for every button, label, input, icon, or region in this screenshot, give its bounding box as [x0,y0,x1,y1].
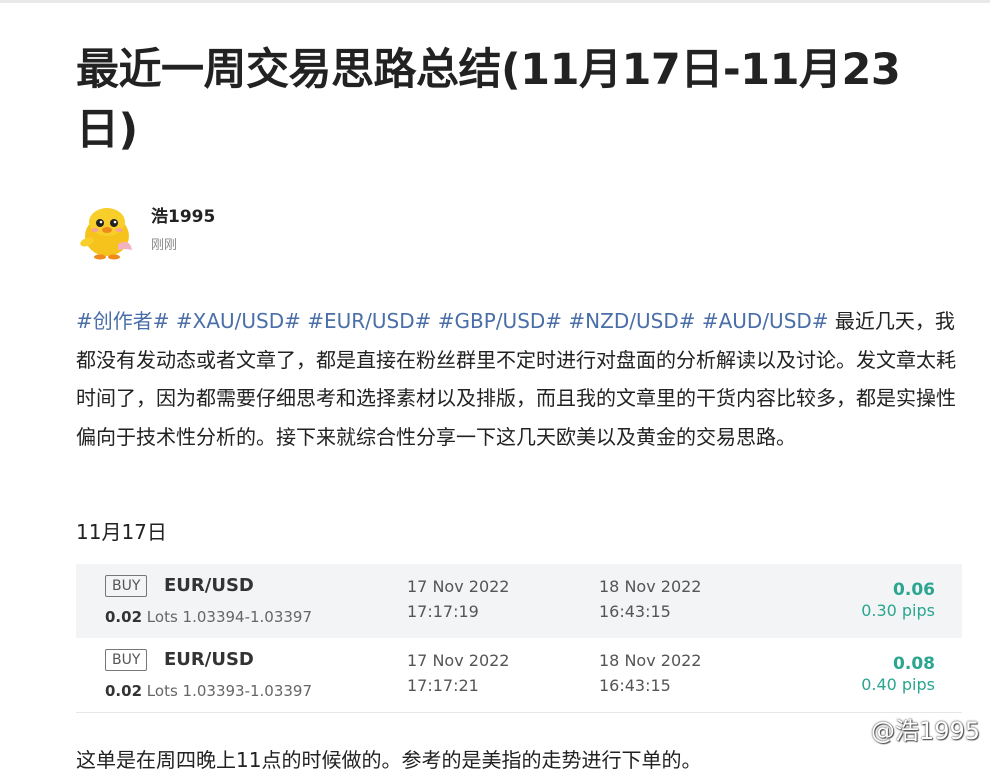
currency-pair: EUR/USD [164,575,254,596]
top-divider [0,0,990,3]
post-time: 刚刚 [151,238,178,253]
hashtag-aud-usd[interactable]: #AUD/USD# [702,309,829,333]
close-time: 16:43:15 [599,602,671,621]
hashtag-eur-usd[interactable]: #EUR/USD# [307,309,431,333]
lots-label: Lots [146,608,178,626]
profit-value: 0.06 [893,580,935,600]
lots-value: 0.02 [105,682,143,700]
hashtag-gbp-usd[interactable]: #GBP/USD# [438,309,562,333]
hashtag-nzd-usd[interactable]: #NZD/USD# [568,309,695,333]
price-range: 1.03394-1.03397 [182,608,313,626]
pips-value: 0.40 pips [861,675,935,694]
open-date: 17 Nov 2022 [407,577,510,596]
article: 最近一周交易思路总结(11月17日-11月23日) 浩1995 刚刚 #创作者#… [76,40,966,772]
currency-pair: EUR/USD [164,649,254,670]
open-datetime: 17 Nov 2022 17:17:19 [407,574,509,624]
price-range: 1.03393-1.03397 [182,682,313,700]
watermark: @浩1995 [870,717,980,745]
lots-line: 0.02 Lots 1.03393-1.03397 [105,682,312,700]
open-datetime: 17 Nov 2022 17:17:21 [407,648,509,698]
lots-value: 0.02 [105,608,143,626]
author-block: 浩1995 刚刚 [76,200,476,262]
lots-label: Lots [146,682,178,700]
side-badge: BUY [105,649,148,671]
close-date: 18 Nov 2022 [599,577,702,596]
trade-row[interactable]: BUY EUR/USD 0.02 Lots 1.03394-1.03397 17… [76,564,962,638]
trade-list: BUY EUR/USD 0.02 Lots 1.03394-1.03397 17… [76,564,962,713]
close-datetime: 18 Nov 2022 16:43:15 [599,648,701,698]
section-date-label: 11月17日 [76,520,167,544]
open-time: 17:17:19 [407,602,479,621]
article-intro: #创作者# #XAU/USD# #EUR/USD# #GBP/USD# #NZD… [76,302,956,456]
hashtag-creator[interactable]: #创作者# [76,309,170,333]
trade-row[interactable]: BUY EUR/USD 0.02 Lots 1.03393-1.03397 17… [76,638,962,712]
open-time: 17:17:21 [407,676,479,695]
followup-text: 这单是在周四晚上11点的时候做的。参考的是美指的走势进行下单的。 [76,748,702,772]
profit-value: 0.08 [893,654,935,674]
close-time: 16:43:15 [599,676,671,695]
hashtag-xau-usd[interactable]: #XAU/USD# [176,309,301,333]
pips-value: 0.30 pips [861,601,935,620]
article-title: 最近一周交易思路总结(11月17日-11月23日) [76,45,901,155]
author-name[interactable]: 浩1995 [151,202,215,227]
close-date: 18 Nov 2022 [599,651,702,670]
open-date: 17 Nov 2022 [407,651,510,670]
yellow-chick-avatar-icon[interactable] [76,200,138,262]
side-badge: BUY [105,575,148,597]
close-datetime: 18 Nov 2022 16:43:15 [599,574,701,624]
lots-line: 0.02 Lots 1.03394-1.03397 [105,608,312,626]
